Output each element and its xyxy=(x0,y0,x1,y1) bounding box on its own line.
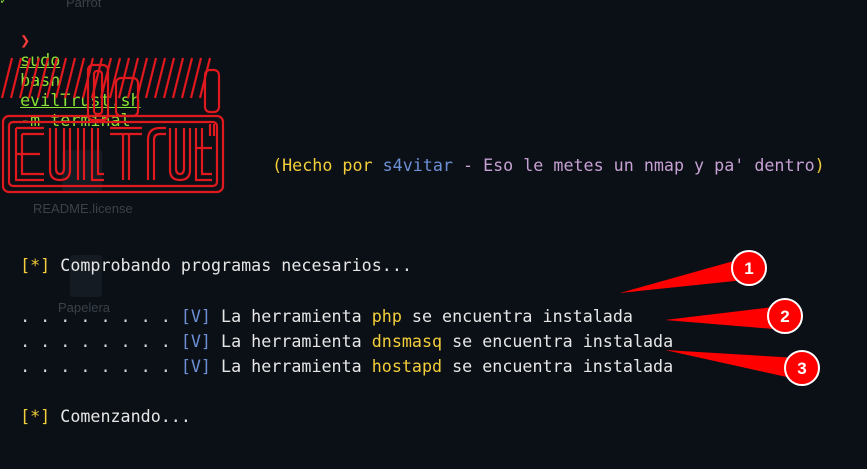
callout-3: 3 xyxy=(665,350,820,386)
callout-1-label: 1 xyxy=(744,259,753,278)
callout-2-label: 2 xyxy=(780,307,789,326)
callout-3-label: 3 xyxy=(797,359,806,378)
callout-annotations: 1 2 3 xyxy=(620,250,820,386)
callout-2: 2 xyxy=(665,298,803,334)
callout-1: 1 xyxy=(620,250,767,293)
